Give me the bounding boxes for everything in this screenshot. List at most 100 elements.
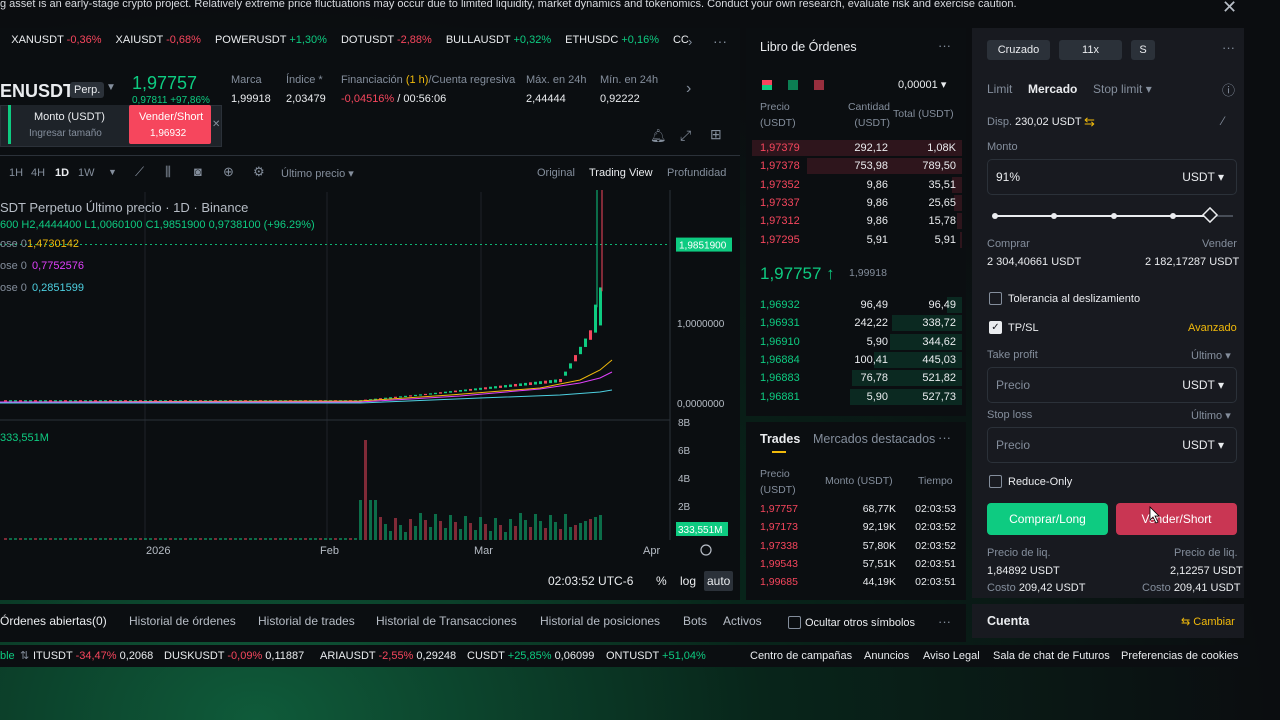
tab-stop-limit[interactable]: Stop limit ▾ bbox=[1093, 82, 1152, 96]
tf-dropdown-icon[interactable]: ▼ bbox=[108, 167, 117, 177]
ask-row[interactable]: 1,97378 753,98 789,50 bbox=[752, 157, 962, 175]
sl-unit[interactable]: USDT ▾ bbox=[1182, 438, 1224, 452]
ticker-item[interactable]: CC bbox=[673, 34, 689, 46]
take-profit-input[interactable]: Precio USDT ▾ bbox=[987, 367, 1237, 403]
close-icon[interactable]: ✕ bbox=[1222, 0, 1237, 18]
ticker-item[interactable]: BULLAUSDT +0,32% bbox=[446, 34, 551, 46]
transfer-icon[interactable]: ⇆ bbox=[1084, 114, 1095, 130]
advanced-link[interactable]: Avanzado bbox=[1188, 322, 1237, 334]
monto-input[interactable]: Ingresar tamaño bbox=[29, 128, 102, 139]
bottom-tab[interactable]: Historial de órdenes bbox=[129, 614, 236, 628]
symbol-title[interactable]: ENUSDT bbox=[0, 81, 74, 102]
margin-mode-button[interactable]: Cruzado bbox=[987, 40, 1050, 60]
tp-trigger-select[interactable]: Último ▾ bbox=[1191, 349, 1231, 362]
bottom-ticker-item[interactable]: ITUSDT -34,47% 0,2068 bbox=[33, 650, 153, 662]
view-original[interactable]: Original bbox=[537, 167, 575, 179]
bottom-tab[interactable]: Historial de posiciones bbox=[540, 614, 660, 628]
tpsl-checkbox[interactable]: ✓ bbox=[989, 321, 1002, 334]
info-icon[interactable]: ⓘ bbox=[1222, 80, 1235, 99]
bottom-tab[interactable]: Historial de trades bbox=[258, 614, 355, 628]
ask-row[interactable]: 1,97312 9,86 15,78 bbox=[752, 212, 962, 230]
tab-market[interactable]: Mercado bbox=[1028, 82, 1077, 96]
bottom-ticker-item[interactable]: ARIAUSDT -2,55% 0,29248 bbox=[320, 650, 456, 662]
asks-view-icon[interactable] bbox=[814, 80, 824, 90]
popup-close-icon[interactable]: ✕ bbox=[212, 119, 220, 130]
bottom-more-icon[interactable]: ··· bbox=[938, 614, 951, 629]
amount-slider[interactable] bbox=[987, 207, 1237, 227]
slippage-checkbox[interactable] bbox=[989, 292, 1002, 305]
mode-button[interactable]: S bbox=[1131, 40, 1155, 60]
tf-4h[interactable]: 4H bbox=[31, 167, 45, 179]
ask-row[interactable]: 1,97295 5,91 5,91 bbox=[752, 231, 962, 249]
price-chart[interactable]: 5,00000004,00000003,00000001,00000000,00… bbox=[0, 190, 740, 570]
footer-link[interactable]: Sala de chat de Futuros bbox=[993, 650, 1110, 662]
chevron-right-icon[interactable]: › bbox=[686, 80, 691, 98]
bell-icon[interactable]: 🔔︎ bbox=[650, 128, 667, 144]
chevron-right-icon[interactable]: › bbox=[688, 34, 692, 49]
ask-row[interactable]: 1,97379 292,12 1,08K bbox=[752, 139, 962, 157]
bottom-ticker-item[interactable]: ble bbox=[0, 650, 15, 662]
ask-row[interactable]: 1,97337 9,86 25,65 bbox=[752, 194, 962, 212]
ask-row[interactable]: 1,97352 9,86 35,51 bbox=[752, 176, 962, 194]
chevron-down-icon[interactable]: ▼ bbox=[106, 82, 116, 93]
ticker-item[interactable]: XANUSDT -0,36% bbox=[11, 34, 101, 46]
more-icon[interactable]: ··· bbox=[713, 33, 727, 49]
tf-1h[interactable]: 1H bbox=[9, 167, 23, 179]
tf-1w[interactable]: 1W bbox=[78, 167, 95, 179]
footer-link[interactable]: Aviso Legal bbox=[923, 650, 980, 662]
auto-button[interactable]: auto bbox=[704, 571, 734, 591]
ticker-item[interactable]: XAIUSDT -0,68% bbox=[116, 34, 201, 46]
bottom-tab[interactable]: Bots bbox=[683, 614, 707, 628]
footer-link[interactable]: Centro de campañas bbox=[750, 650, 852, 662]
amount-unit[interactable]: USDT ▾ bbox=[1182, 170, 1224, 184]
bid-row[interactable]: 1,96931 242,22 338,72 bbox=[752, 314, 962, 332]
tp-unit[interactable]: USDT ▾ bbox=[1182, 378, 1224, 392]
expand-icon[interactable]: ⤢ bbox=[680, 127, 691, 144]
bottom-tab[interactable]: Órdenes abiertas(0) bbox=[0, 614, 107, 628]
footer-link[interactable]: Preferencias de cookies bbox=[1121, 650, 1238, 662]
bids-view-icon[interactable] bbox=[788, 80, 798, 90]
reduce-only-checkbox[interactable] bbox=[989, 475, 1002, 488]
ticker-item[interactable]: ETHUSDC +0,16% bbox=[565, 34, 659, 46]
tab-trades[interactable]: Trades bbox=[760, 432, 800, 446]
price-type-select[interactable]: Último precio ▾ bbox=[281, 167, 354, 180]
switch-link[interactable]: ⇆ Cambiar bbox=[1181, 615, 1235, 628]
percent-button[interactable]: % bbox=[656, 574, 667, 588]
amount-input[interactable]: 91% USDT ▾ bbox=[987, 159, 1237, 195]
footer-link[interactable]: Anuncios bbox=[864, 650, 909, 662]
view-tradingview[interactable]: Trading View bbox=[589, 167, 653, 179]
view-depth[interactable]: Profundidad bbox=[667, 167, 726, 179]
candle-type-icon[interactable]: ⫼ bbox=[165, 164, 171, 180]
orderbook-more-icon[interactable]: ··· bbox=[938, 38, 951, 53]
bid-row[interactable]: 1,96884 100,41 445,03 bbox=[752, 351, 962, 369]
bid-row[interactable]: 1,96883 76,78 521,82 bbox=[752, 369, 962, 387]
ticker-item[interactable]: DOTUSDT -2,88% bbox=[341, 34, 432, 46]
both-view-icon[interactable] bbox=[762, 80, 772, 90]
tab-limit[interactable]: Limit bbox=[987, 82, 1012, 96]
form-more-icon[interactable]: ··· bbox=[1222, 40, 1235, 55]
trades-more-icon[interactable]: ··· bbox=[938, 430, 951, 445]
sell-short-button[interactable]: Vender/Short bbox=[1116, 503, 1237, 535]
add-icon[interactable]: ⊕ bbox=[223, 164, 234, 180]
buy-long-button[interactable]: Comprar/Long bbox=[987, 503, 1108, 535]
bottom-ticker-item[interactable]: CUSDT +25,85% 0,06099 bbox=[467, 650, 594, 662]
bid-row[interactable]: 1,96932 96,49 96,49 bbox=[752, 296, 962, 314]
tick-size-select[interactable]: 0,00001 ▾ bbox=[898, 78, 946, 91]
grid-icon[interactable]: ⊞ bbox=[710, 126, 722, 143]
tf-1d[interactable]: 1D bbox=[55, 167, 69, 179]
hide-symbols-checkbox[interactable] bbox=[788, 616, 801, 629]
tab-markets[interactable]: Mercados destacados bbox=[813, 432, 935, 446]
settings-icon[interactable]: ⚙ bbox=[253, 164, 265, 180]
log-button[interactable]: log bbox=[680, 574, 696, 588]
indicator-icon[interactable]: ⟋ bbox=[135, 164, 144, 180]
bottom-ticker-item[interactable]: DUSKUSDT -0,09% 0,11887 bbox=[164, 650, 304, 662]
bid-row[interactable]: 1,96881 5,90 527,73 bbox=[752, 388, 962, 406]
ticker-item[interactable]: POWERUSDT +1,30% bbox=[215, 34, 327, 46]
bottom-tab[interactable]: Historial de Transacciones bbox=[376, 614, 517, 628]
bottom-tab[interactable]: Activos bbox=[723, 614, 762, 628]
stop-loss-input[interactable]: Precio USDT ▾ bbox=[987, 427, 1237, 463]
bid-row[interactable]: 1,96910 5,90 344,62 bbox=[752, 333, 962, 351]
sl-trigger-select[interactable]: Último ▾ bbox=[1191, 409, 1231, 422]
calculator-icon[interactable]: ⁄ bbox=[1222, 114, 1224, 128]
bottom-ticker-item[interactable]: ONTUSDT +51,04% bbox=[606, 650, 706, 662]
